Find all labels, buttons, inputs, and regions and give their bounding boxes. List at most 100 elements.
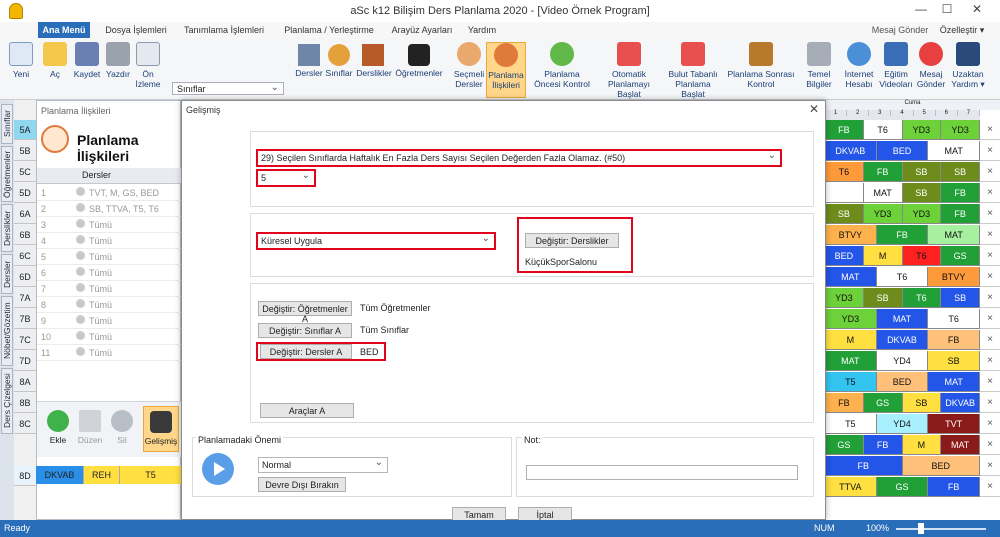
lesson-cell[interactable]: BED [902,456,980,476]
internet-hesabi-button[interactable]: İnternet Hesabı [842,42,876,98]
lesson-cell[interactable]: FB [941,183,980,203]
planlama-oncesi-button[interactable]: Planlama Öncesi Kontrol [532,42,592,98]
lesson-cell[interactable]: SB [902,183,942,203]
list-item[interactable]: 6 Tümü [37,265,182,281]
lesson-cell[interactable]: BED [876,372,929,392]
lesson-cell[interactable]: SB [928,351,980,371]
class-row[interactable]: 6C [14,246,36,266]
lesson-cell[interactable]: T6 [863,120,903,140]
lesson-cell[interactable]: MAT [825,351,877,371]
lesson-cell[interactable]: MAT [928,372,980,392]
list-item[interactable]: 7 Tümü [37,281,182,297]
siniflar-button[interactable]: Sınıflar [324,68,354,94]
class-row[interactable]: 8C [14,414,36,434]
tab-dosya[interactable]: Dosya İşlemleri [98,22,174,38]
dersler-button[interactable]: Dersler [294,68,324,94]
class-row[interactable]: 5D [14,183,36,203]
class-row[interactable]: 7D [14,351,36,371]
class-row[interactable]: 5A [14,120,36,140]
remove-row-icon[interactable]: × [980,204,1000,224]
lesson-cell[interactable] [825,183,864,203]
rule-select[interactable]: 29) Seçilen Sınıflarda Haftalık En Fazla… [256,149,782,167]
ogretmenler-button[interactable]: Öğretmenler [394,68,444,94]
lesson-cell[interactable]: T5 [825,414,877,434]
lesson-cell[interactable]: YD3 [902,204,942,224]
class-row[interactable]: 5C [14,162,36,182]
egitim-videolari-button[interactable]: Eğitim Videoları [878,42,914,98]
close-icon[interactable]: ✕ [966,2,988,18]
lesson-cell[interactable]: YD4 [876,351,929,371]
lesson-cell[interactable]: MAT [928,225,980,245]
sinif-dropdown[interactable]: Sınıflar [172,82,284,95]
lesson-cell[interactable]: M [863,246,903,266]
list-item[interactable]: 4 Tümü [37,233,182,249]
lesson-cell[interactable]: FB [825,393,864,413]
remove-row-icon[interactable]: × [980,456,1000,476]
lesson-cell[interactable]: DKVAB [876,330,929,350]
lesson-cell[interactable]: BED [876,141,929,161]
remove-row-icon[interactable]: × [980,162,1000,182]
list-item[interactable]: 11 Tümü [37,345,182,361]
mesaj-gonder-link[interactable]: Mesaj Gönder [870,22,930,38]
remove-row-icon[interactable]: × [980,330,1000,350]
on-izleme-button[interactable]: Ön İzleme [134,42,162,98]
class-row[interactable]: 6A [14,204,36,224]
remove-row-icon[interactable]: × [980,183,1000,203]
ekle-button[interactable]: Ekle [41,410,75,445]
lesson-cell[interactable]: FB [928,330,980,350]
derslikler-button[interactable]: Derslikler [354,68,394,94]
lesson-cell[interactable]: YD4 [876,414,929,434]
planlama-sonrasi-button[interactable]: Planlama Sonrası Kontrol [726,42,796,98]
remove-row-icon[interactable]: × [980,267,1000,287]
lesson-cell[interactable]: MAT [928,141,980,161]
lesson-cell[interactable]: BTVY [928,267,980,287]
list-item[interactable]: 2 SB, TTVA, T5, T6 [37,201,182,217]
lesson-cell[interactable]: GS [876,477,929,497]
remove-row-icon[interactable]: × [980,120,1000,140]
lesson-cell[interactable]: FB [825,120,864,140]
play-icon[interactable] [202,453,234,485]
tab-ana-menu[interactable]: Ana Menü [38,22,90,38]
lesson-cell[interactable]: FB [941,204,980,224]
zoom-thumb[interactable] [918,523,924,534]
list-item[interactable]: 5 Tümü [37,249,182,265]
side-tab-ogretmenler[interactable]: Öğretmenler [1,146,13,202]
lesson-cell[interactable]: TVT [928,414,980,434]
mesaj-gonder-button[interactable]: Mesaj Gönder [914,42,948,98]
lesson-cell[interactable]: T6 [928,309,980,329]
lesson-cell[interactable]: SB [902,393,942,413]
yeni-button[interactable]: Yeni [6,42,36,98]
lesson-cell[interactable]: T5 [120,466,182,484]
sil-button[interactable]: Sil [105,410,139,445]
lesson-cell[interactable]: YD3 [825,288,864,308]
lesson-cell[interactable]: FB [863,162,903,182]
side-tab-derslikler[interactable]: Derslikler [1,204,13,252]
araclar-button[interactable]: Araçlar A [260,403,354,418]
tab-arayuz[interactable]: Arayüz Ayarları [384,22,460,38]
remove-row-icon[interactable]: × [980,141,1000,161]
list-item[interactable]: 9 Tümü [37,313,182,329]
lesson-cell[interactable]: FB [876,225,929,245]
gelismis-button[interactable]: Gelişmiş [143,406,179,452]
remove-row-icon[interactable]: × [980,225,1000,245]
minimize-icon[interactable]: — [910,2,932,18]
lesson-cell[interactable]: GS [941,246,980,266]
tab-planlama[interactable]: Planlama / Yerleştirme [276,22,382,38]
lesson-cell[interactable]: T6 [902,246,942,266]
lesson-cell[interactable]: DKVAB [825,141,877,161]
tab-tanimlama[interactable]: Tanımlama İşlemleri [178,22,270,38]
remove-row-icon[interactable]: × [980,393,1000,413]
list-item[interactable]: 1 TVT, M, GS, BED [37,185,182,201]
lesson-cell[interactable]: DKVAB [941,393,980,413]
lesson-cell[interactable]: SB [902,162,942,182]
remove-row-icon[interactable]: × [980,435,1000,455]
lesson-cell[interactable]: SB [863,288,903,308]
class-row[interactable]: 7B [14,309,36,329]
degistir-dersler-button[interactable]: Değiştir: Dersler A [260,344,352,359]
lesson-cell[interactable]: FB [928,477,980,497]
lesson-cell[interactable]: T6 [876,267,929,287]
lesson-cell[interactable]: SB [941,288,980,308]
lesson-cell[interactable]: REH [84,466,120,484]
list-item[interactable]: 8 Tümü [37,297,182,313]
lesson-cell[interactable]: SB [825,204,864,224]
